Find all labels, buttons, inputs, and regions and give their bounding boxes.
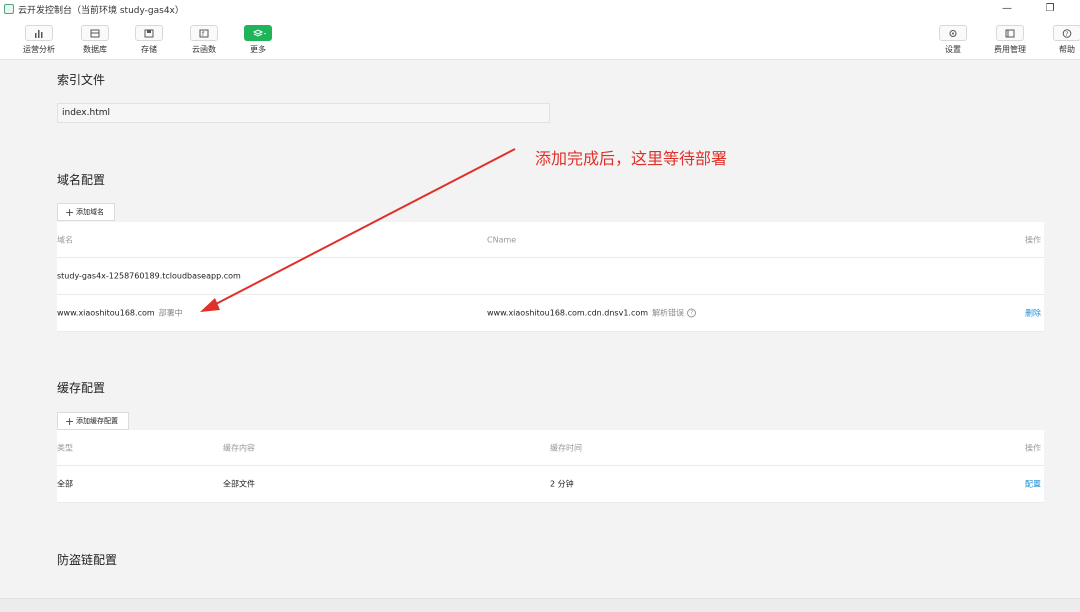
bottom-bar — [0, 598, 1080, 612]
annotation-arrow — [200, 148, 516, 312]
annotation-text: 添加完成后，这里等待部署 — [535, 149, 728, 168]
